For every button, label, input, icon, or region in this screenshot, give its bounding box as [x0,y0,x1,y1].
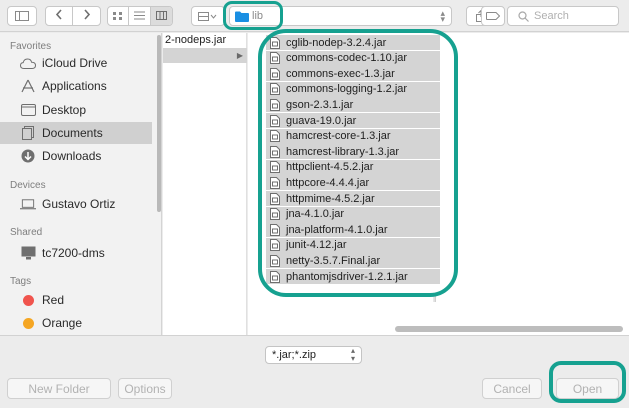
disclosure-arrow-icon: ▶ [236,51,243,60]
back-button[interactable] [46,7,74,25]
horizontal-scrollbar[interactable] [395,326,623,332]
list-view-icon [134,9,146,23]
downloads-icon [20,148,36,164]
sidebar-item-applications[interactable]: Applications [0,75,152,97]
highlight-location [223,1,283,30]
highlight-file-list [258,29,458,297]
cloud-icon [20,55,36,71]
sidebar-item-tc7200-dms[interactable]: tc7200-dms [0,242,152,264]
desktop-icon [20,102,36,118]
sidebar-item-label: iCloud Drive [42,56,108,70]
forward-button[interactable] [73,7,100,25]
search-placeholder: Search [534,10,569,22]
sidebar-item-label: Orange [42,316,83,330]
list-view-button[interactable] [129,7,151,25]
file-type-select[interactable]: *.jar;*.zip ▴ ▾ [265,346,362,364]
view-mode-control [107,6,173,26]
search-field[interactable]: Search [507,6,619,26]
sidebar-item-desktop[interactable]: Desktop [0,99,152,121]
sidebar-scrollbar[interactable] [157,35,161,212]
favorites-heading: Favorites [10,41,52,52]
forward-icon [83,9,91,23]
gallery-view-button[interactable] [191,6,225,26]
updown-arrows-icon: ▴ ▾ [350,346,355,363]
applications-icon [20,78,36,94]
sidebar-item-label: Documents [42,126,103,140]
red-tag-icon [20,292,36,308]
icon-view-icon [113,9,123,23]
tags-heading: Tags [10,276,32,287]
orange-tag-icon [20,315,36,331]
sidebar-item-label: Desktop [42,103,87,117]
devices-heading: Devices [10,180,46,191]
cancel-button[interactable]: Cancel [482,378,542,399]
sidebar-item-tag-orange[interactable]: Orange [0,312,152,334]
browser-column-1: 2-nodeps.jar ▶ [163,33,247,335]
documents-icon [20,125,36,141]
sidebar-item-downloads[interactable]: Downloads [0,145,152,167]
back-forward-control [45,6,101,26]
sidebar: Favorites iCloud Drive Applications Desk… [0,33,162,335]
sidebar-item-documents[interactable]: Documents [0,122,152,144]
search-icon [518,10,529,28]
options-button[interactable]: Options [118,378,172,399]
shared-heading: Shared [10,227,43,238]
column-view-button[interactable] [150,7,172,25]
column-item-selected[interactable]: ▶ [163,48,247,63]
sidebar-toggle-icon [15,11,29,21]
highlight-open-button [549,361,626,403]
bottom-bar: *.jar;*.zip ▴ ▾ New Folder Options Cancel… [0,335,629,408]
monitor-icon [20,245,36,261]
sidebar-toggle-button[interactable] [7,6,37,26]
sidebar-item-label: Gustavo Ortiz [42,197,116,211]
sidebar-item-icloud-drive[interactable]: iCloud Drive [0,52,152,74]
tag-button[interactable] [481,6,505,26]
sidebar-item-tag-red[interactable]: Red [0,289,152,311]
new-folder-button[interactable]: New Folder [7,378,111,399]
sidebar-item-label: tc7200-dms [42,246,105,260]
sidebar-item-gustavo-ortiz[interactable]: Gustavo Ortiz [0,193,152,215]
icon-view-button[interactable] [108,7,130,25]
laptop-icon [20,196,36,212]
gallery-view-icon [198,11,218,21]
sidebar-item-label: Red [42,293,65,307]
toolbar: lib ▴ ▾ Search [0,0,629,32]
column-item[interactable]: 2-nodeps.jar [163,33,247,48]
back-icon [55,9,63,23]
column-view-icon [155,9,167,23]
sidebar-item-label: Applications [42,79,107,93]
tag-icon [486,12,500,20]
updown-arrows-icon: ▴ ▾ [440,8,445,24]
file-type-value: *.jar;*.zip [272,349,317,361]
sidebar-item-label: Downloads [42,149,102,163]
